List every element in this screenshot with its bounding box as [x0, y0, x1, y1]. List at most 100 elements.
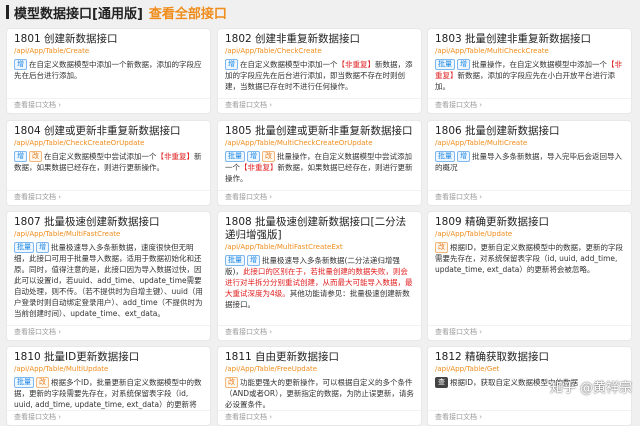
- api-card-description: 批量改根据多个ID，批量更新自定义数据模型中的数据，更新的字段需要先存在，对系统…: [14, 377, 203, 410]
- api-card[interactable]: 1804 创建或更新非重复新数据接口/api/App/Table/CheckCr…: [6, 120, 211, 206]
- api-card-url: /api/App/Table/FreeUpdate: [225, 365, 318, 373]
- api-card-description: 批量增批量极速导入多条新数据，速度很快但无明细，此接口可用于批量导入数据，适用于…: [14, 242, 203, 319]
- description-text: 在自定义数据模型中添加一个: [240, 60, 338, 69]
- view-api-docs-link[interactable]: 查看接口文档 ›: [225, 101, 272, 110]
- api-card-description: 批量增批量操作，在自定义数据模型中添加一个【非重复】新数据，添加的字段应先在小白…: [435, 59, 624, 92]
- card-divider: [428, 98, 631, 99]
- view-api-docs-link[interactable]: 查看接口文档 ›: [14, 193, 61, 202]
- operation-tag: 增: [36, 242, 49, 253]
- api-card-url: /api/App/Table/Create: [14, 47, 90, 55]
- description-text: 批量操作，在自定义数据模型中添加一个: [472, 60, 607, 69]
- api-card-title: 1807 批量极速创建新数据接口: [14, 216, 160, 228]
- operation-tag: 增: [14, 151, 27, 162]
- api-card-title: 1802 创建非重复新数据接口: [225, 33, 361, 45]
- api-card-title: 1805 批量创建或更新非重复新数据接口: [225, 125, 413, 137]
- api-card-url: /api/App/Table/Update: [435, 230, 513, 238]
- api-card[interactable]: 1801 创建新数据接口/api/App/Table/Create 增在自定义数据…: [6, 28, 211, 114]
- operation-tag: 改: [36, 377, 49, 388]
- operation-tag: 批量: [14, 377, 34, 388]
- operation-tag: 增: [225, 59, 238, 70]
- watermark: 知乎 @黄祥宗: [549, 381, 632, 396]
- api-card[interactable]: 1808 批量极速创建新数据接口[二分法递归增强版] /api/App/Table…: [217, 211, 422, 341]
- api-card-description: 增在自定义数据模型中添加一个【非重复】新数据，添加的字段应先在后台进行添加，即当…: [225, 59, 414, 92]
- operation-tag: 改: [29, 151, 42, 162]
- description-text: 功能更强大的更新操作，可以根据自定义的多个条件（AND或者OR），更新指定的数据…: [225, 378, 414, 409]
- operation-tag: 批量: [225, 151, 245, 162]
- api-card-title: 1808 批量极速创建新数据接口[二分法递归增强版]: [225, 216, 407, 241]
- api-card-title: 1811 自由更新数据接口: [225, 351, 340, 363]
- view-api-docs-link[interactable]: 查看接口文档 ›: [14, 101, 61, 110]
- api-card[interactable]: 1809 精确更新数据接口/api/App/Table/Update 改根据ID，…: [427, 211, 632, 341]
- operation-tag: 批量: [14, 242, 34, 253]
- api-card-description: 改根据ID，更新自定义数据模型中的数据，更新的字段需要先存在，对系统保留表字段（…: [435, 242, 624, 275]
- highlight-text: 【非重复】: [337, 60, 376, 69]
- api-card-title: 1806 批量创建新数据接口: [435, 125, 560, 137]
- api-card[interactable]: 1810 批量ID更新数据接口/api/App/Table/MultiUpdat…: [6, 346, 211, 426]
- view-api-docs-link[interactable]: 查看接口文档 ›: [225, 328, 272, 337]
- operation-tag: 增: [457, 59, 470, 70]
- api-card-title: 1809 精确更新数据接口: [435, 216, 550, 228]
- card-divider: [218, 325, 421, 326]
- api-card-url: /api/App/Table/MultiCheckCreate: [435, 47, 549, 55]
- card-divider: [7, 325, 210, 326]
- operation-tag: 改: [262, 151, 275, 162]
- highlight-text: 【非重复】: [156, 152, 195, 161]
- api-card[interactable]: 1802 创建非重复新数据接口/api/App/Table/CheckCreat…: [217, 28, 422, 114]
- operation-tag: 增: [247, 255, 260, 266]
- api-card-url: /api/App/Table/MultiFastCreateExt: [225, 243, 343, 251]
- api-card[interactable]: 1803 批量创建非重复新数据接口/api/App/Table/MultiChe…: [427, 28, 632, 114]
- view-all-apis-link[interactable]: 查看全部接口: [149, 3, 227, 22]
- api-card-description: 增在自定义数据模型中添加一个新数据，添加的字段应先在后台进行添加。: [14, 59, 203, 81]
- operation-tag: 增: [457, 151, 470, 162]
- api-card-description: 增改在自定义数据模型中尝试添加一个【非重复】新数据，如果数据已经存在，则进行更新…: [14, 151, 203, 173]
- view-api-docs-link[interactable]: 查看接口文档 ›: [225, 193, 272, 202]
- description-text: 在自定义数据模型中添加一个新数据，添加的字段应先在后台进行添加。: [14, 60, 202, 80]
- highlight-text: 【非重复】: [240, 163, 278, 172]
- api-card-title: 1803 批量创建非重复新数据接口: [435, 33, 592, 45]
- card-divider: [428, 325, 631, 326]
- card-divider: [428, 190, 631, 191]
- api-card[interactable]: 1806 批量创建新数据接口/api/App/Table/MultiCreate…: [427, 120, 632, 206]
- card-divider: [218, 98, 421, 99]
- operation-tag: 改: [435, 242, 448, 253]
- api-card-title: 1804 创建或更新非重复新数据接口: [14, 125, 181, 137]
- view-api-docs-link[interactable]: 查看接口文档 ›: [435, 101, 482, 110]
- view-api-docs-link[interactable]: 查看接口文档 ›: [14, 413, 61, 422]
- api-card-url: /api/App/Table/MultiCheckCreateOrUpdate: [225, 139, 373, 147]
- view-api-docs-link[interactable]: 查看接口文档 ›: [14, 328, 61, 337]
- operation-tag: 增: [14, 59, 27, 70]
- description-text: 新数据，添加的字段应先在小白开放平台进行添加。: [435, 71, 615, 91]
- description-text: 在自定义数据模型中尝试添加一个: [44, 152, 157, 161]
- api-card-url: /api/App/Table/CheckCreateOrUpdate: [14, 139, 145, 147]
- operation-tag: 改: [225, 377, 238, 388]
- api-card-url: /api/App/Table/MultiFastCreate: [14, 230, 121, 238]
- view-api-docs-link[interactable]: 查看接口文档 ›: [225, 413, 272, 422]
- api-card[interactable]: 1811 自由更新数据接口/api/App/Table/FreeUpdate 改功…: [217, 346, 422, 426]
- card-divider: [7, 410, 210, 411]
- api-card-url: /api/App/Table/MultiUpdate: [14, 365, 109, 373]
- view-api-docs-link[interactable]: 查看接口文档 ›: [435, 328, 482, 337]
- card-divider: [7, 98, 210, 99]
- operation-tag: 批量: [435, 59, 455, 70]
- api-card-title: 1801 创建新数据接口: [14, 33, 118, 45]
- api-card-url: /api/App/Table/MultiCreate: [435, 139, 528, 147]
- description-text: 批量极速导入多条新数据，速度很快但无明细，此接口可用于批量导入数据，适用于数据初…: [14, 243, 203, 318]
- view-api-docs-link[interactable]: 查看接口文档 ›: [435, 413, 482, 422]
- api-card-title: 1810 批量ID更新数据接口: [14, 351, 140, 363]
- api-card[interactable]: 1805 批量创建或更新非重复新数据接口/api/App/Table/Multi…: [217, 120, 422, 206]
- api-card-description: 批量增批量极速导入多条新数据(二分法递归增强版)，此接口的区别在于，若批量创建的…: [225, 255, 414, 310]
- card-divider: [7, 190, 210, 191]
- view-api-docs-link[interactable]: 查看接口文档 ›: [435, 193, 482, 202]
- api-card-description: 批量增批量导入多条新数据，导入完毕后会返回导入的概况: [435, 151, 624, 173]
- description-text: 根据ID，更新自定义数据模型中的数据，更新的字段需要先存在，对系统保留表字段（i…: [435, 243, 623, 274]
- operation-tag: 批量: [225, 255, 245, 266]
- card-divider: [218, 190, 421, 191]
- section-header: 模型数据接口[通用版] 查看全部接口: [0, 0, 640, 24]
- api-card-url: /api/App/Table/CheckCreate: [225, 47, 322, 55]
- api-card-url: /api/App/Table/Get: [435, 365, 500, 373]
- api-card[interactable]: 1807 批量极速创建新数据接口/api/App/Table/MultiFast…: [6, 211, 211, 341]
- api-card-description: 批量增改批量操作，在自定义数据模型中尝试添加一个【非重复】新数据，如果数据已经存…: [225, 151, 414, 184]
- api-card-title: 1812 精确获取数据接口: [435, 351, 550, 363]
- operation-tag: 批量: [435, 151, 455, 162]
- header-accent-bar: [6, 5, 9, 19]
